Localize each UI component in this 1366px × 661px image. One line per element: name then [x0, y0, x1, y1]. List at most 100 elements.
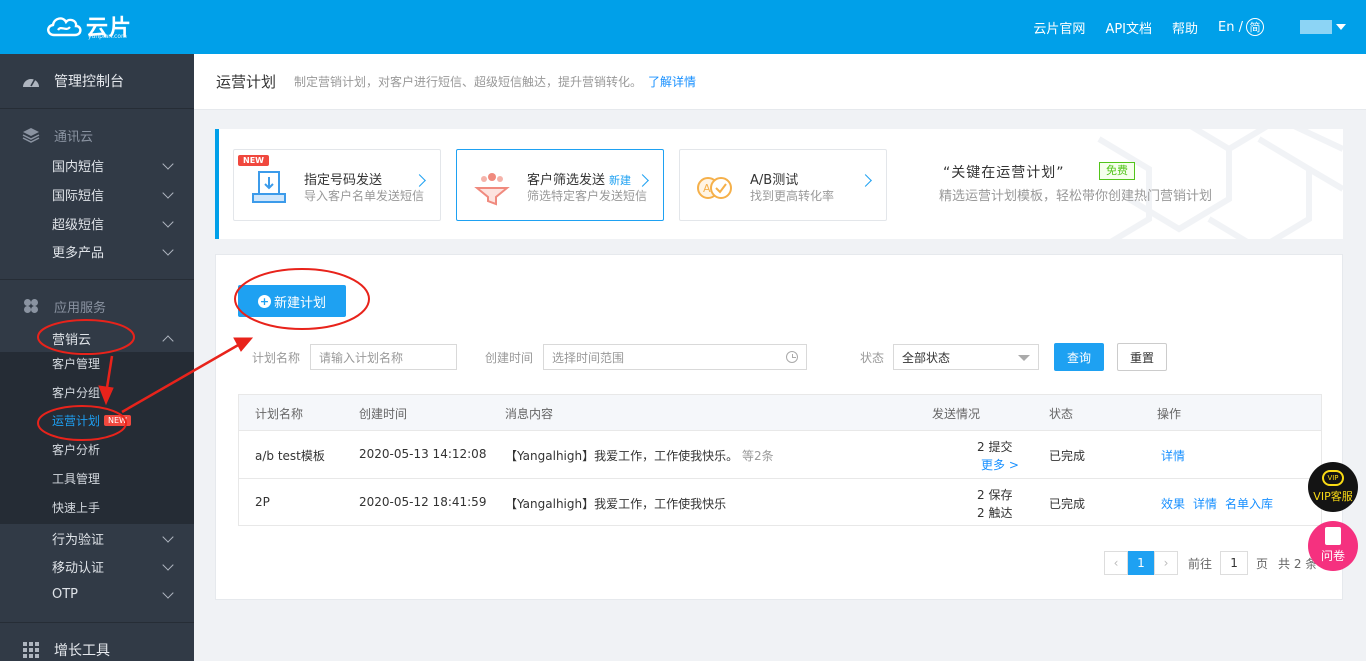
col-plan-name: 计划名称 [255, 407, 304, 421]
sidebar-item-mobile-auth[interactable]: 移动认证 [0, 552, 194, 580]
divider [0, 279, 194, 280]
sidebar-item-dashboard[interactable]: 管理控制台 [0, 66, 194, 96]
cell-created: 2020-05-13 14:12:08 [359, 447, 487, 461]
sidebar-item-more-products[interactable]: 更多产品 [0, 237, 194, 265]
cell-plan-name: a/b test模板 [255, 449, 325, 463]
submenu-item-customer-mgmt[interactable]: 客户管理 [0, 349, 194, 378]
details-link[interactable]: 详情 [1193, 495, 1217, 512]
cloud-logo-icon [47, 17, 82, 37]
button-label: 新建计划 [273, 295, 326, 311]
sidebar-section-app-services: 应用服务 [0, 291, 194, 321]
clover-icon [22, 297, 40, 315]
card-title: A/B测试 [750, 173, 799, 188]
time-range-input[interactable]: 选择时间范围 [543, 344, 807, 370]
add-to-list-link[interactable]: 名单入库 [1225, 495, 1273, 512]
filter-time-label: 创建时间 [485, 351, 534, 365]
new-plan-button[interactable]: + 新建计划 [238, 285, 346, 317]
promo-free-tag[interactable]: 免费 [1099, 162, 1135, 180]
chevron-right-icon[interactable]: › [1154, 551, 1178, 575]
plan-name-input[interactable]: 请输入计划名称 [310, 344, 457, 370]
plus-circle-icon: + [257, 294, 271, 308]
sidebar-label: 通讯云 [54, 129, 94, 145]
nav-help[interactable]: 帮助 [1172, 18, 1198, 37]
chevron-left-icon[interactable]: ‹ [1104, 551, 1128, 575]
card-ab-test[interactable]: A A/B测试 找到更高转化率 [679, 149, 887, 221]
sidebar-item-marketing-cloud[interactable]: 营销云 [0, 324, 194, 352]
lang-en[interactable]: En / [1218, 20, 1243, 35]
card-desc: 筛选特定客户发送短信 [527, 189, 648, 203]
new-badge: NEW [238, 155, 269, 166]
pagination: ‹ 1 › 前往 1 页 共 2 条 [1104, 551, 1317, 575]
table-row: a/b test模板 2020-05-13 14:12:08 【Yangalhi… [239, 431, 1321, 479]
submenu-item-customer-group[interactable]: 客户分组 [0, 378, 194, 407]
user-avatar[interactable] [1300, 20, 1332, 34]
chevron-down-icon[interactable] [1336, 24, 1346, 30]
chevron-right-icon [859, 174, 872, 187]
sidebar-item-growth-tools[interactable]: 增长工具 [0, 635, 194, 661]
submenu-item-customer-analysis[interactable]: 客户分析 [0, 435, 194, 464]
more-link[interactable]: 更多 > [981, 456, 1019, 473]
svg-text:A: A [703, 182, 711, 195]
promo-title: “关键在运营计划” [943, 165, 1065, 181]
card-tag[interactable]: 新建 [609, 174, 631, 187]
content-text: 【Yangalhigh】我爱工作，工作使我快乐。 [505, 449, 739, 463]
sidebar-label: 国内短信 [52, 159, 105, 175]
chevron-down-icon [162, 244, 174, 256]
sidebar-label: 超级短信 [52, 217, 105, 233]
chevron-down-icon [162, 216, 174, 228]
status-select[interactable]: 全部状态 [893, 344, 1039, 370]
plan-table: 计划名称 创建时间 消息内容 发送情况 状态 操作 a/b test模板 202… [238, 394, 1322, 526]
sidebar: 管理控制台 通讯云 国内短信 国际短信 超级短信 更多产品 应用服务 营销云 客… [0, 54, 194, 661]
new-badge: NEW [104, 415, 131, 426]
sidebar-label: 移动认证 [52, 560, 105, 576]
details-link[interactable]: 详情 [1161, 447, 1185, 464]
page-description: 制定营销计划，对客户进行短信、超级短信触达，提升营销转化。 [294, 75, 643, 89]
filter-status-label: 状态 [860, 351, 885, 365]
survey-label: 问卷 [1320, 549, 1345, 563]
content-extra: 等2条 [741, 449, 774, 463]
reset-button[interactable]: 重置 [1117, 343, 1167, 371]
cell-status: 已完成 [1049, 497, 1086, 511]
effect-link[interactable]: 效果 [1161, 495, 1185, 512]
cell-send-line2: 2 触达 [977, 506, 1013, 520]
submenu-item-quick-start[interactable]: 快速上手 [0, 493, 194, 522]
sidebar-label: 管理控制台 [54, 74, 124, 90]
page-jump-input[interactable]: 1 [1220, 551, 1249, 575]
page-number-current[interactable]: 1 [1128, 551, 1154, 575]
col-status: 状态 [1049, 407, 1074, 421]
language-switch[interactable]: En / 简 [1218, 18, 1264, 36]
submenu-item-campaign-plan[interactable]: 运营计划 NEW [0, 406, 194, 435]
sidebar-item-intl-sms[interactable]: 国际短信 [0, 180, 194, 208]
sidebar-item-otp[interactable]: OTP [0, 580, 194, 608]
top-nav: 云片官网 API文档 帮助 En / 简 [1033, 0, 1366, 54]
top-bar: 云片 yunpian.com 云片官网 API文档 帮助 En / 简 [0, 0, 1366, 54]
page-title: 运营计划 [216, 73, 277, 91]
card-title: 指定号码发送 [304, 173, 383, 188]
learn-more-link[interactable]: 了解详情 [648, 73, 696, 90]
cell-status: 已完成 [1049, 449, 1086, 463]
page-unit-label: 页 [1256, 556, 1269, 571]
sidebar-item-super-sms[interactable]: 超级短信 [0, 209, 194, 237]
sidebar-item-domestic-sms[interactable]: 国内短信 [0, 151, 194, 179]
vip-service-button[interactable]: VIP VIP客服 [1308, 462, 1358, 512]
query-button[interactable]: 查询 [1054, 343, 1104, 371]
card-specified-numbers[interactable]: NEW 指定号码发送 导入客户名单发送短信 [233, 149, 441, 221]
card-customer-filter[interactable]: 客户筛选发送 新建 筛选特定客户发送短信 [456, 149, 664, 221]
sidebar-section-comm-cloud: 通讯云 [0, 120, 194, 150]
card-title-text: 客户筛选发送 [527, 173, 606, 188]
nav-site[interactable]: 云片官网 [1033, 18, 1085, 37]
submenu-item-tool-mgmt[interactable]: 工具管理 [0, 464, 194, 493]
survey-button[interactable]: 问卷 [1308, 521, 1358, 571]
divider [0, 622, 194, 623]
marketing-submenu: 客户管理 客户分组 运营计划 NEW 客户分析 工具管理 快速上手 [0, 352, 194, 524]
lang-cn[interactable]: 简 [1246, 18, 1264, 36]
survey-icon [1325, 527, 1341, 545]
nav-api-docs[interactable]: API文档 [1105, 18, 1152, 37]
brand-sub: yunpian.com [88, 33, 127, 40]
chevron-right-icon [413, 174, 426, 187]
goto-label: 前往 [1188, 556, 1213, 571]
sidebar-item-behavior-verify[interactable]: 行为验证 [0, 524, 194, 552]
plan-list-panel: + 新建计划 计划名称 请输入计划名称 创建时间 选择时间范围 状态 全部状态 … [215, 254, 1343, 600]
headset-icon: VIP [1322, 470, 1344, 486]
table-row: 2P 2020-05-12 18:41:59 【Yangalhigh】我爱工作，… [239, 479, 1321, 527]
